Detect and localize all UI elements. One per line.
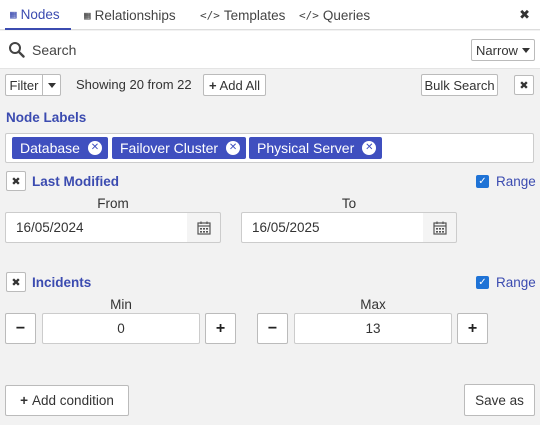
close-panel-icon[interactable]: ✖ [519, 7, 530, 23]
label-chip: Physical Server ✕ [249, 137, 383, 159]
tab-label: Queries [322, 7, 371, 23]
min-value-field[interactable]: 0 [42, 313, 200, 344]
min-label: Min [110, 297, 132, 312]
remove-chip-icon[interactable]: ✕ [87, 141, 102, 155]
minus-icon: − [15, 319, 26, 337]
save-as-label: Save as [475, 392, 524, 408]
result-count: Showing 20 from 22 [76, 77, 192, 92]
code-icon: </> [200, 8, 220, 22]
plus-icon: + [215, 319, 226, 337]
remove-last-modified-button[interactable]: ✖ [6, 171, 26, 191]
max-value: 13 [365, 321, 381, 336]
filter-dropdown-button[interactable] [42, 74, 61, 96]
close-icon: ✖ [11, 175, 21, 188]
from-label: From [97, 196, 129, 211]
search-mode-select[interactable]: Narrow [471, 39, 535, 61]
to-calendar-button[interactable] [423, 212, 457, 243]
incidents-range-label: Range [496, 275, 536, 290]
remove-chip-icon[interactable]: ✕ [226, 141, 241, 155]
label-chip: Failover Cluster ✕ [112, 137, 247, 159]
tab-nodes[interactable]: ▦ Nodes [5, 0, 71, 30]
bulk-search-button[interactable]: Bulk Search [421, 74, 498, 96]
search-icon [9, 42, 25, 58]
remove-incidents-button[interactable]: ✖ [6, 272, 26, 292]
calendar-icon [432, 221, 447, 235]
to-date-value: 16/05/2025 [252, 220, 320, 235]
node-labels-title: Node Labels [6, 110, 87, 125]
bulk-search-label: Bulk Search [424, 77, 495, 93]
incidents-title: Incidents [32, 275, 92, 290]
code-icon: </> [299, 8, 319, 22]
search-bar: Narrow [0, 31, 540, 69]
plus-icon: + [20, 393, 29, 408]
max-label: Max [360, 297, 386, 312]
min-decrement-button[interactable]: − [5, 313, 36, 344]
plus-icon: + [208, 77, 217, 93]
table-icon: ▦ [10, 7, 17, 21]
node-labels-box[interactable]: Database ✕ Failover Cluster ✕ Physical S… [5, 133, 534, 163]
tab-templates[interactable]: </> Templates [200, 0, 285, 30]
add-all-label: Add All [219, 77, 261, 93]
last-modified-range-checkbox[interactable]: ✓ [476, 175, 489, 188]
max-value-field[interactable]: 13 [294, 313, 452, 344]
min-increment-button[interactable]: + [205, 313, 236, 344]
tab-relationships[interactable]: ▦ Relationships [84, 0, 176, 30]
remove-chip-icon[interactable]: ✕ [362, 141, 377, 155]
calendar-icon [196, 221, 211, 235]
filter-label: Filter [9, 77, 39, 93]
tab-bar: ▦ Nodes ▦ Relationships </> Templates </… [0, 0, 540, 30]
minus-icon: − [267, 319, 278, 337]
last-modified-range-label: Range [496, 174, 536, 189]
to-label: To [341, 196, 357, 211]
tab-label: Nodes [20, 6, 60, 22]
label-chip: Database ✕ [12, 137, 108, 159]
to-date-field[interactable]: 16/05/2025 [241, 212, 424, 243]
min-value: 0 [117, 321, 125, 336]
from-calendar-button[interactable] [187, 212, 221, 243]
chip-label: Failover Cluster [120, 140, 219, 156]
table-icon: ▦ [84, 8, 91, 22]
close-icon: ✖ [519, 79, 529, 92]
chip-label: Database [20, 140, 80, 156]
incidents-range-checkbox[interactable]: ✓ [476, 276, 489, 289]
last-modified-title: Last Modified [32, 174, 119, 189]
plus-icon: + [467, 319, 478, 337]
add-condition-button[interactable]: + Add condition [5, 385, 129, 416]
add-condition-label: Add condition [32, 393, 114, 408]
max-decrement-button[interactable]: − [257, 313, 288, 344]
chevron-down-icon [521, 47, 530, 53]
chevron-down-icon [47, 82, 56, 88]
close-icon: ✖ [11, 276, 21, 289]
max-increment-button[interactable]: + [457, 313, 488, 344]
save-as-button[interactable]: Save as [464, 384, 535, 416]
from-date-field[interactable]: 16/05/2024 [5, 212, 188, 243]
search-mode-label: Narrow [476, 42, 518, 58]
tab-queries[interactable]: </> Queries [299, 0, 370, 30]
chip-label: Physical Server [257, 140, 355, 156]
clear-filters-button[interactable]: ✖ [514, 75, 534, 95]
tab-label: Relationships [94, 7, 176, 23]
tab-label: Templates [223, 7, 286, 23]
search-input[interactable] [32, 39, 452, 61]
filter-button[interactable]: Filter [5, 74, 43, 96]
add-all-button[interactable]: + Add All [203, 74, 266, 96]
from-date-value: 16/05/2024 [16, 220, 84, 235]
